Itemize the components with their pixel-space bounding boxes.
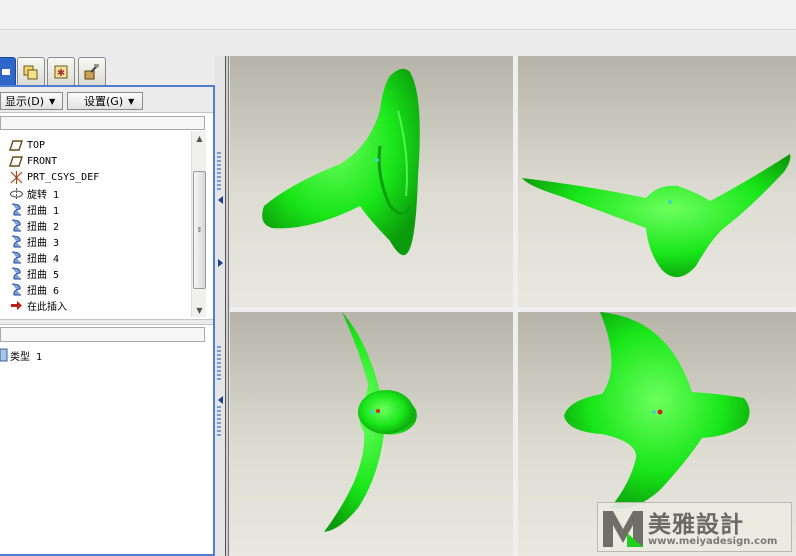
sash-grip [217, 152, 221, 192]
datum-plane-icon [8, 137, 24, 153]
layer-column-header[interactable] [0, 327, 205, 342]
tree-item-label: 旋转 1 [27, 189, 60, 201]
sash-grip [217, 346, 221, 382]
watermark-brand: 美雅設計 [648, 512, 744, 538]
tree-item-label: 在此插入 [27, 301, 67, 313]
tree-item-insert-here[interactable]: 在此插入 [8, 297, 67, 313]
tree-item-label: 扭曲 2 [27, 221, 60, 233]
watermark-logo [603, 511, 643, 547]
tree-item-warp-3[interactable]: 扭曲 3 [8, 233, 59, 249]
model-view-top [324, 312, 417, 532]
warp-feature-icon [8, 217, 24, 233]
warp-feature-icon [8, 201, 24, 217]
model-tree-scrollbar[interactable]: ▲ ⇕ ▼ [191, 131, 206, 317]
tree-item-label: 扭曲 5 [27, 269, 60, 281]
display-dropdown-label: 显示(D) [5, 95, 45, 108]
tree-item-label: PRT_CSYS_DEF [27, 171, 100, 183]
coordinate-system-icon [8, 169, 24, 185]
model-view-isometric [262, 68, 420, 256]
navigator-sash[interactable] [215, 56, 230, 556]
coordinate-origin-marker [652, 410, 656, 414]
tree-item-label: 扭曲 1 [27, 205, 60, 217]
viewport-bottom-left[interactable] [230, 312, 513, 556]
expand-right-icon[interactable] [218, 259, 223, 267]
settings-dropdown-label: 设置(G) [84, 95, 124, 108]
tree-item-warp-1[interactable]: 扭曲 1 [8, 201, 59, 217]
warp-feature-icon [8, 281, 24, 297]
warp-feature-icon [8, 249, 24, 265]
tree-item-label: 扭曲 6 [27, 285, 60, 297]
layer-item-label: 类型 1 [10, 351, 43, 363]
revolve-feature-icon [8, 185, 24, 201]
tree-item-top[interactable]: TOP [8, 137, 45, 153]
origin-marker-red [376, 409, 380, 413]
tab-favorites[interactable]: ✱ [47, 57, 75, 85]
scroll-up-icon[interactable]: ▲ [192, 131, 207, 145]
tree-item-front[interactable]: FRONT [8, 153, 57, 169]
tree-item-label: TOP [27, 139, 46, 151]
tree-item-label: 扭曲 4 [27, 253, 60, 265]
warp-feature-icon [8, 265, 24, 281]
collapse-left-icon[interactable] [218, 196, 223, 204]
scroll-thumb[interactable]: ⇕ [193, 171, 206, 289]
coordinate-origin-marker [375, 158, 379, 162]
watermark-url: www.meiyadesign.com [648, 536, 778, 547]
model-view-front [522, 154, 791, 278]
favorites-icon: ✱ [54, 65, 68, 79]
sash-grip [217, 406, 221, 436]
graphics-frame-border [225, 56, 229, 556]
tree-item-warp-6[interactable]: 扭曲 6 [8, 281, 59, 297]
connections-icon [84, 63, 99, 79]
chevron-down-icon: ▼ [49, 96, 56, 106]
tree-item-label: FRONT [27, 155, 58, 167]
warp-feature-icon [8, 233, 24, 249]
insert-here-arrow-icon [8, 297, 24, 313]
watermark: 美雅設計 www.meiyadesign.com [597, 502, 792, 552]
tab-connections[interactable] [78, 57, 106, 85]
app-window: ✱ 显示(D) ▼ 设置(G) ▼ TOP FRONT PRT_CSYS_DEF… [0, 0, 796, 556]
tree-item-warp-2[interactable]: 扭曲 2 [8, 217, 59, 233]
model-tree-panel: 显示(D) ▼ 设置(G) ▼ TOP FRONT PRT_CSYS_DEF 旋… [0, 85, 215, 556]
tree-item-warp-5[interactable]: 扭曲 5 [8, 265, 59, 281]
toolbar-area [0, 30, 796, 56]
svg-text:✱: ✱ [57, 68, 65, 79]
folder-browser-icon [23, 65, 38, 79]
model-tree: TOP FRONT PRT_CSYS_DEF 旋转 1 扭曲 1 扭曲 2 扭曲… [0, 131, 190, 317]
layer-icon [0, 348, 8, 362]
coordinate-origin-marker [370, 410, 374, 414]
tab-folder-browser[interactable] [17, 57, 45, 85]
coordinate-origin-marker [668, 200, 672, 204]
layer-item-type-1[interactable]: 类型 1 [0, 347, 42, 363]
datum-plane-icon [8, 153, 24, 169]
tree-item-prt-csys-def[interactable]: PRT_CSYS_DEF [8, 169, 99, 185]
viewport-top-right[interactable] [518, 56, 796, 307]
tree-column-header[interactable] [0, 116, 205, 130]
tree-item-label: 扭曲 3 [27, 237, 60, 249]
collapse-left-icon[interactable] [218, 396, 223, 404]
scroll-down-icon[interactable]: ▼ [192, 303, 207, 317]
origin-marker-red [657, 409, 663, 415]
tree-item-revolve-1[interactable]: 旋转 1 [8, 185, 59, 201]
chevron-down-icon: ▼ [128, 96, 135, 106]
model-tree-icon [2, 68, 10, 75]
settings-dropdown[interactable]: 设置(G) ▼ [67, 92, 143, 110]
viewport-top-left[interactable] [230, 56, 513, 307]
tree-item-warp-4[interactable]: 扭曲 4 [8, 249, 59, 265]
navigator-tabs: ✱ [0, 57, 215, 85]
title-bar [0, 0, 796, 30]
tab-model-tree[interactable] [0, 57, 16, 85]
display-dropdown[interactable]: 显示(D) ▼ [0, 92, 63, 110]
panel-splitter[interactable] [0, 319, 213, 325]
model-tree-toolbar: 显示(D) ▼ 设置(G) ▼ [0, 87, 213, 113]
